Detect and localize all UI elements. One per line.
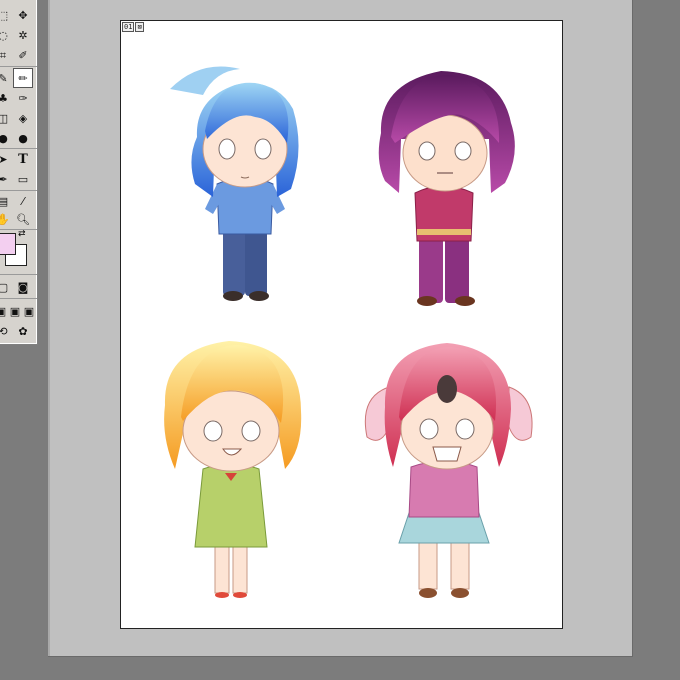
crop-icon[interactable]: ⌗: [0, 46, 12, 64]
path-select-icon[interactable]: ➤: [0, 150, 12, 168]
character-blonde-girl: [164, 341, 302, 598]
character-purple-hair-boy: [378, 71, 515, 306]
blur-icon[interactable]: ●: [0, 129, 12, 147]
pen-icon[interactable]: ✒: [0, 170, 12, 188]
jump-to-imageready-icon[interactable]: ⟲: [0, 322, 12, 340]
screen-mode-black-icon[interactable]: ▣: [20, 302, 38, 320]
foreground-color-swatch[interactable]: [0, 233, 16, 255]
bucket-icon[interactable]: ◈: [14, 109, 32, 127]
eyedropper-icon[interactable]: ⁄: [14, 192, 32, 210]
slice-icon[interactable]: ✐: [14, 46, 32, 64]
healing-icon[interactable]: ✎: [0, 69, 12, 87]
move-icon[interactable]: ✥: [14, 6, 32, 24]
standard-mode-icon[interactable]: ▢: [0, 278, 12, 296]
page-number: 01: [122, 22, 135, 32]
lasso-icon[interactable]: ◌: [0, 26, 12, 44]
brush-icon[interactable]: ✏: [13, 68, 33, 88]
stamp-icon[interactable]: ♣: [0, 89, 12, 107]
character-blue-hair-boy: [170, 66, 299, 301]
document-canvas[interactable]: 01 ⊠: [120, 20, 563, 629]
shape-icon[interactable]: ▭: [14, 170, 32, 188]
imageready-icon[interactable]: ✿: [14, 322, 32, 340]
eraser-icon[interactable]: ◫: [0, 109, 12, 127]
character-pink-bunny-girl: [364, 343, 533, 598]
notes-icon[interactable]: ▤: [0, 192, 12, 210]
toolbox-separator: [0, 298, 37, 299]
workspace-edge: [48, 0, 50, 656]
toolbox-separator: [0, 190, 37, 191]
image-icon: ⊠: [135, 22, 144, 32]
toolbox-separator: [0, 274, 37, 275]
zoom-icon[interactable]: 🔍︎: [14, 210, 32, 228]
toolbox-panel: ⬚ ✥ ◌ ✲ ⌗ ✐ ✎ ✏ ♣ ✑ ◫ ◈ ● ● ➤ T ✒ ▭ ▤ ⁄ …: [0, 0, 38, 345]
toolbox-separator: [0, 148, 37, 149]
type-icon[interactable]: T: [14, 150, 32, 168]
document-badge: 01 ⊠: [122, 22, 144, 32]
dodge-icon[interactable]: ●: [14, 129, 32, 147]
swap-colors-icon[interactable]: ⇄: [18, 229, 26, 239]
history-brush-icon[interactable]: ✑: [14, 89, 32, 107]
hand-icon[interactable]: ✋: [0, 210, 12, 228]
toolbox-separator: [0, 66, 37, 67]
marquee-icon[interactable]: ⬚: [0, 6, 12, 24]
magic-wand-icon[interactable]: ✲: [14, 26, 32, 44]
quickmask-mode-icon[interactable]: ◙: [14, 278, 32, 296]
